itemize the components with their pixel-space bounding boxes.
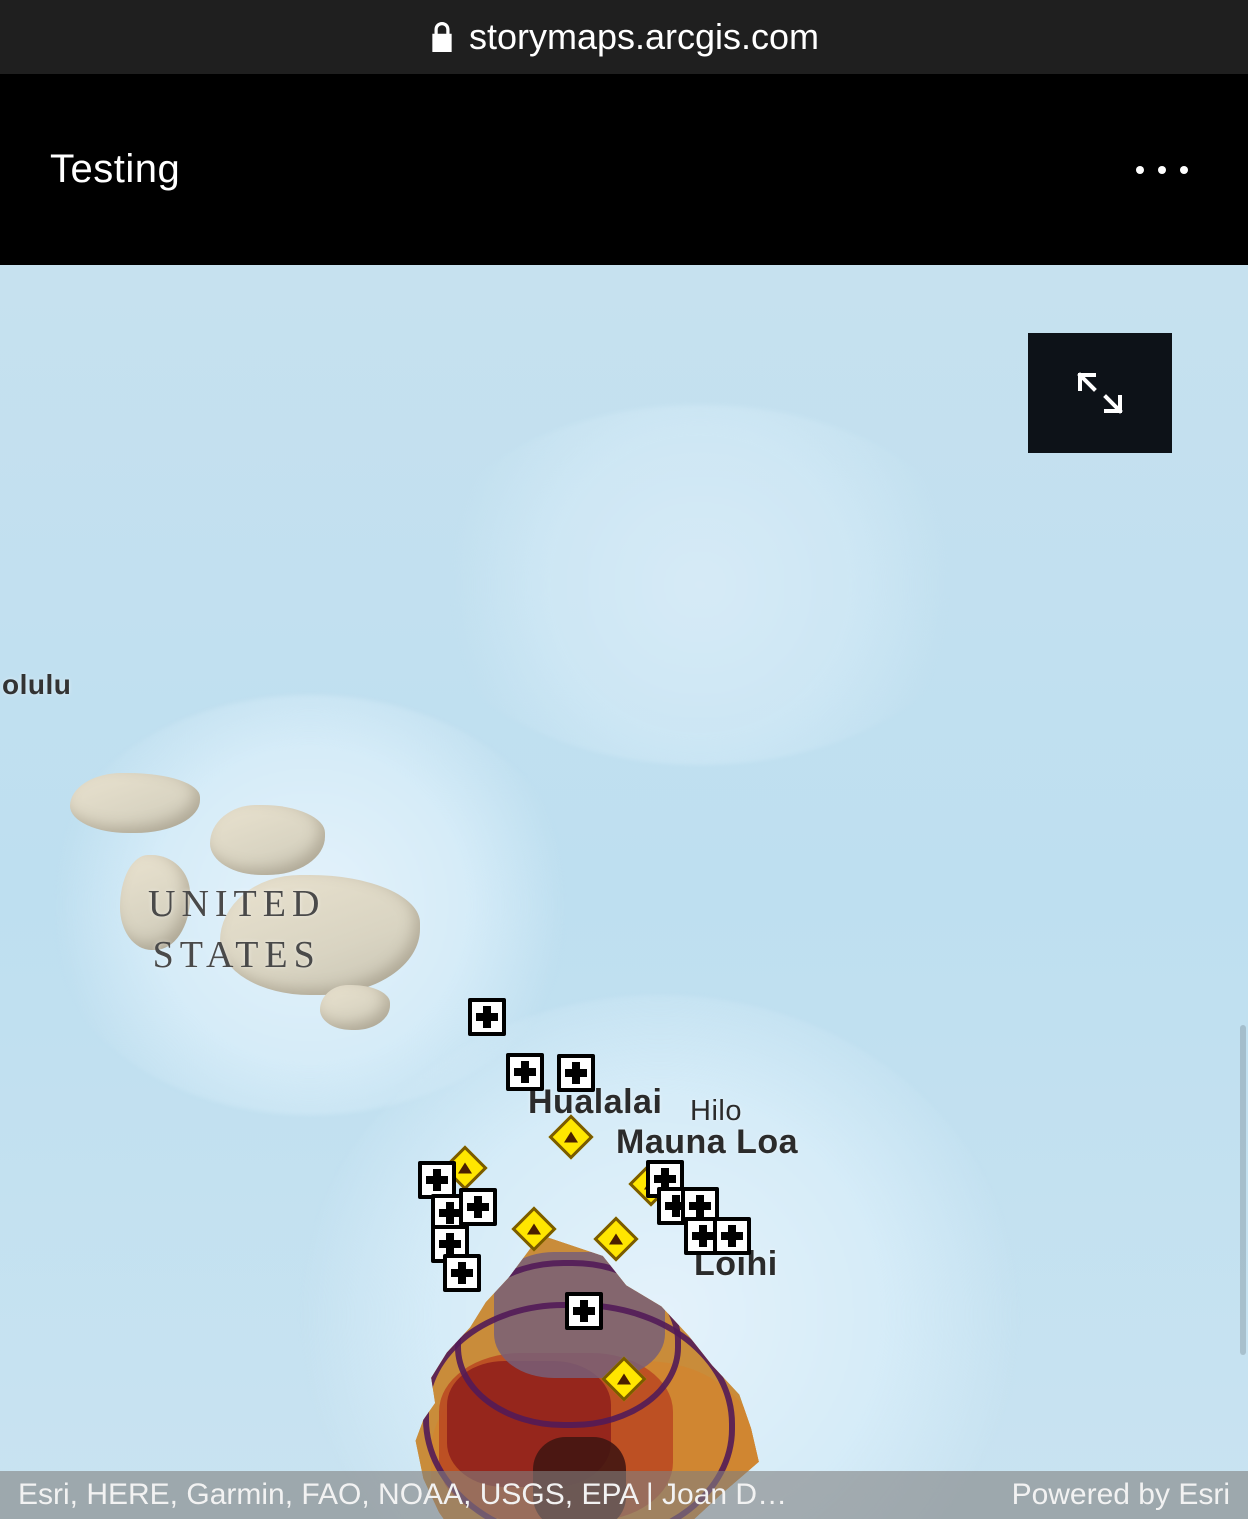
more-menu-button[interactable] (1126, 156, 1198, 184)
hospital-marker[interactable] (565, 1292, 603, 1330)
map-attribution: Esri, HERE, Garmin, FAO, NOAA, USGS, EPA… (0, 1471, 1248, 1519)
expand-icon (1072, 367, 1128, 419)
attribution-sources: Esri, HERE, Garmin, FAO, NOAA, USGS, EPA… (18, 1478, 787, 1512)
mountain-icon (527, 1224, 541, 1235)
map-canvas[interactable]: olulu UNITED STATES Hualalai Hilo Mauna … (0, 265, 1248, 1519)
map-label-honolulu: olulu (2, 669, 71, 701)
hospital-marker[interactable] (713, 1217, 751, 1255)
mountain-icon (564, 1132, 578, 1143)
mountain-icon (458, 1163, 472, 1174)
lock-icon (429, 22, 455, 52)
browser-address-bar: storymaps.arcgis.com (0, 0, 1248, 74)
scrollbar[interactable] (1240, 1025, 1246, 1355)
expand-map-button[interactable] (1028, 333, 1172, 453)
hospital-marker[interactable] (506, 1053, 544, 1091)
hospital-marker[interactable] (459, 1188, 497, 1226)
mountain-icon (617, 1374, 631, 1385)
url-host: storymaps.arcgis.com (469, 16, 819, 58)
dot-icon (1136, 166, 1144, 174)
hospital-marker[interactable] (468, 998, 506, 1036)
hospital-marker[interactable] (557, 1054, 595, 1092)
dot-icon (1180, 166, 1188, 174)
bathymetry (420, 405, 980, 765)
page-title: Testing (50, 147, 180, 192)
mountain-icon (609, 1234, 623, 1245)
map-label-country: UNITED STATES (148, 879, 325, 982)
app-header: Testing (0, 74, 1248, 265)
attribution-powered[interactable]: Powered by Esri (1012, 1478, 1230, 1512)
hospital-marker[interactable] (443, 1254, 481, 1292)
map-label-hualalai: Hualalai (528, 1083, 662, 1122)
map-label-mauna-loa: Mauna Loa (616, 1123, 798, 1162)
dot-icon (1158, 166, 1166, 174)
